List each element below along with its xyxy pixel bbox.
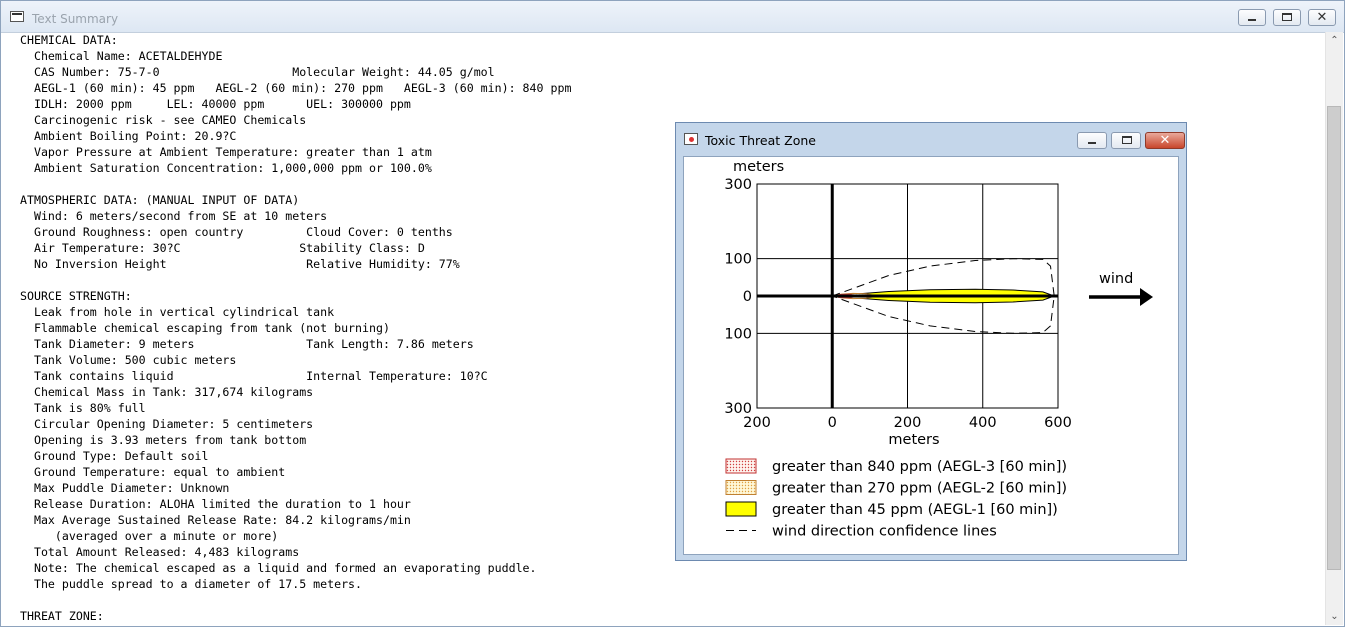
title-bar[interactable]: Text Summary ✕	[1, 1, 1344, 33]
toxic-threat-zone-window: Toxic Threat Zone ✕ meters 300 100 0 100…	[675, 122, 1187, 561]
y-tick-label: 300	[724, 177, 752, 193]
minimize-icon	[1248, 19, 1256, 21]
scroll-down-arrow-icon[interactable]: ⌄	[1326, 608, 1343, 625]
vertical-scrollbar[interactable]: ⌃ ⌄	[1325, 32, 1343, 625]
summary-line: Note: The chemical escaped as a liquid a…	[20, 561, 537, 575]
wind-label: wind	[1099, 271, 1133, 287]
wind-arrow-icon	[1089, 288, 1153, 306]
threat-window-title: Toxic Threat Zone	[705, 133, 816, 148]
legend-label: greater than 45 ppm (AEGL-1 [60 min])	[772, 502, 1058, 518]
close-button[interactable]: ✕	[1308, 9, 1336, 26]
y-axis-label: meters	[733, 159, 784, 175]
threat-close-button[interactable]: ✕	[1145, 132, 1185, 149]
app-icon[interactable]	[10, 11, 24, 22]
summary-line: AEGL-1 (60 min): 45 ppm AEGL-2 (60 min):…	[20, 81, 572, 95]
summary-line: CHEMICAL DATA:	[20, 33, 118, 47]
minimize-icon	[1088, 142, 1096, 144]
y-tick-label: 100	[724, 252, 752, 268]
summary-line: Chemical Name: ACETALDEHYDE	[20, 49, 223, 63]
threat-app-icon[interactable]	[684, 133, 698, 145]
legend-swatch	[725, 480, 757, 495]
y-tick-label: 0	[743, 289, 752, 305]
close-icon: ✕	[1159, 133, 1171, 148]
y-tick-label: 100	[724, 326, 752, 342]
x-tick-label: 0	[828, 415, 837, 431]
legend-label: greater than 840 ppm (AEGL-3 [60 min])	[772, 459, 1067, 475]
close-icon: ✕	[1316, 10, 1328, 25]
threat-minimize-button[interactable]	[1077, 132, 1107, 149]
summary-line: THREAT ZONE:	[20, 609, 104, 623]
window-title: Text Summary	[32, 12, 119, 26]
x-tick-label: 400	[969, 415, 997, 431]
legend-label: wind direction confidence lines	[772, 524, 997, 540]
scroll-up-arrow-icon[interactable]: ⌃	[1326, 32, 1343, 49]
maximize-icon	[1282, 13, 1292, 21]
x-tick-label: 200	[894, 415, 922, 431]
legend-swatch	[725, 501, 757, 517]
threat-maximize-button[interactable]	[1111, 132, 1141, 149]
summary-line: The puddle spread to a diameter of 17.5 …	[20, 577, 363, 591]
x-axis-label: meters	[888, 432, 939, 448]
threat-title-bar[interactable]: Toxic Threat Zone ✕	[676, 123, 1186, 156]
scroll-thumb[interactable]	[1327, 106, 1341, 570]
threat-chart-area: meters 300 100 0 100 300 200 0 200 400 600 meters…	[683, 156, 1179, 555]
threat-zone-chart: meters 3001000100300200 0 200 400 600 meters…	[724, 159, 1153, 540]
x-tick-label: 600	[1044, 415, 1072, 431]
summary-line	[20, 592, 1320, 608]
legend-swatch	[725, 458, 757, 474]
x-tick-label: 200	[743, 415, 771, 431]
summary-line: CAS Number: 75-7-0 Molecular Weight: 44.…	[20, 65, 495, 79]
legend-label: greater than 270 ppm (AEGL-2 [60 min])	[772, 481, 1067, 497]
maximize-button[interactable]	[1273, 9, 1301, 26]
minimize-button[interactable]	[1238, 9, 1266, 26]
maximize-icon	[1122, 136, 1132, 144]
summary-line: IDLH: 2000 ppm LEL: 40000 ppm UEL: 30000…	[20, 97, 411, 111]
